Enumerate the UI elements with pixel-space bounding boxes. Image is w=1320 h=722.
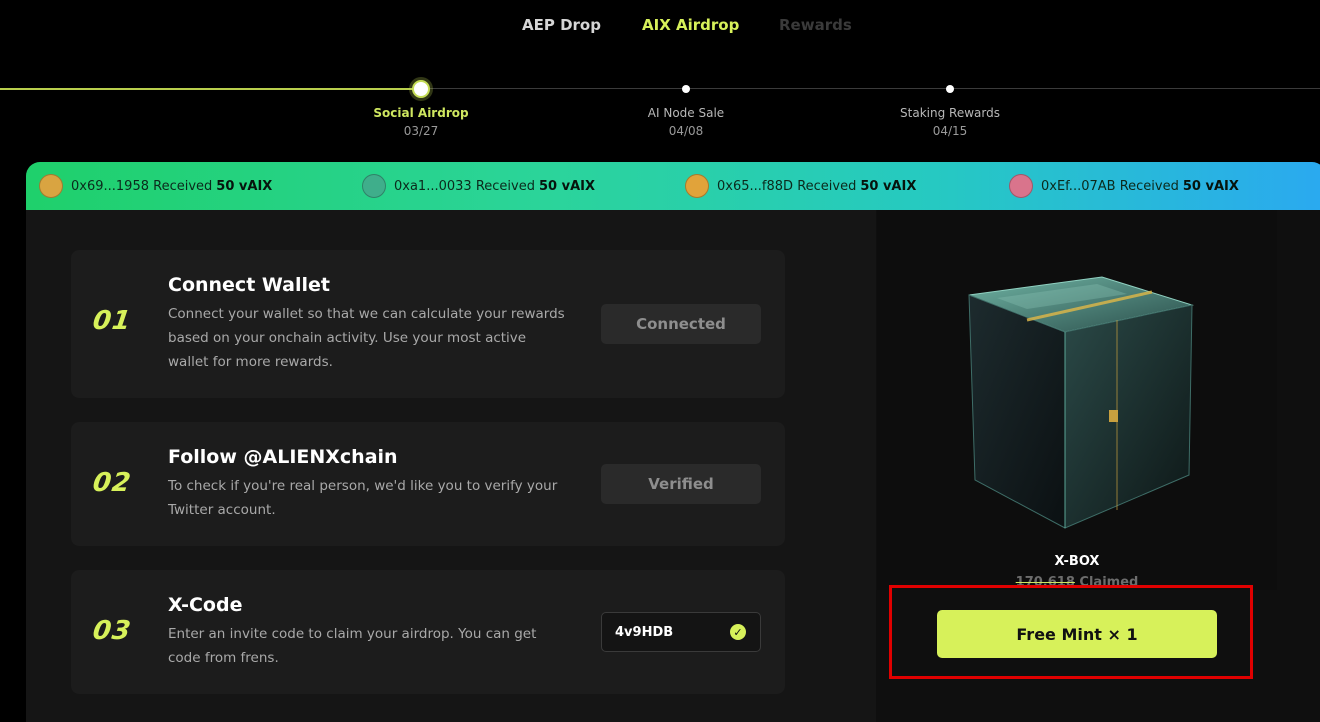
ticker-address: 0xa1...0033: [394, 178, 472, 194]
timeline-step-name: Staking Rewards: [900, 106, 1000, 120]
ticker-amount: 50 vAIX: [216, 178, 273, 194]
avatar: [685, 174, 709, 198]
claims-ticker: 0x69...1958 Received 50 vAIX 0xa1...0033 …: [26, 162, 1320, 210]
check-icon: ✓: [730, 624, 746, 640]
timeline-dot: [682, 85, 690, 93]
ticker-item: 0xEf...07AB Received 50 vAIX: [1009, 162, 1239, 210]
timeline-step-date: 04/08: [668, 124, 704, 138]
task-title: X-Code: [168, 594, 243, 616]
task-x-code: 03 X-Code Enter an invite code to claim …: [71, 570, 785, 694]
xbox-panel: [877, 210, 1277, 590]
ticker-item: 0x65...f88D Received 50 vAIX: [685, 162, 916, 210]
ticker-amount: 50 vAIX: [1182, 178, 1239, 194]
task-description: To check if you're real person, we'd lik…: [168, 478, 558, 518]
invite-code-value: 4v9HDB: [615, 624, 674, 640]
task-connect-wallet: 01 Connect Wallet Connect your wallet so…: [71, 250, 785, 398]
ticker-item: 0x69...1958 Received 50 vAIX: [39, 162, 272, 210]
task-number: 02: [90, 468, 134, 498]
ticker-amount: 50 vAIX: [538, 178, 595, 194]
ticker-text: Received: [153, 178, 213, 194]
timeline-step-social-airdrop[interactable]: Social Airdrop 03/27: [341, 104, 501, 140]
xbox-title: X-BOX: [1054, 554, 1100, 569]
ticker-address: 0xEf...07AB: [1041, 178, 1116, 194]
ticker-item: 0xa1...0033 Received 50 vAIX: [362, 162, 595, 210]
top-tabs: AEP Drop AIX Airdrop Rewards: [0, 14, 1320, 38]
connected-button[interactable]: Connected: [601, 304, 761, 344]
task-description: Connect your wallet so that we can calcu…: [168, 306, 565, 370]
task-title: Connect Wallet: [168, 274, 330, 296]
ticker-amount: 50 vAIX: [860, 178, 917, 194]
timeline-step-date: 03/27: [403, 124, 439, 138]
tab-rewards[interactable]: Rewards: [779, 14, 852, 36]
timeline-dot-active: [412, 80, 430, 98]
timeline-dot: [946, 85, 954, 93]
tab-aix-airdrop[interactable]: AIX Airdrop: [642, 14, 739, 36]
ticker-text: Received: [1119, 178, 1179, 194]
task-title: Follow @ALIENXchain: [168, 446, 398, 468]
xbox-image: [968, 276, 1194, 529]
ticker-address: 0x65...f88D: [717, 178, 794, 194]
ticker-address: 0x69...1958: [71, 178, 149, 194]
timeline-step-date: 04/15: [932, 124, 968, 138]
tab-aep-drop[interactable]: AEP Drop: [522, 14, 601, 36]
task-description: Enter an invite code to claim your airdr…: [168, 626, 537, 666]
ticker-text: Received: [797, 178, 857, 194]
timeline-line: [421, 88, 1320, 89]
avatar: [362, 174, 386, 198]
avatar: [1009, 174, 1033, 198]
invite-code-field[interactable]: 4v9HDB ✓: [601, 612, 761, 652]
timeline-progress-line: [0, 88, 421, 90]
avatar: [39, 174, 63, 198]
task-number: 01: [90, 306, 134, 336]
highlight-box: [889, 585, 1253, 679]
timeline-step-name: AI Node Sale: [647, 106, 725, 120]
task-follow-twitter: 02 Follow @ALIENXchain To check if you'r…: [71, 422, 785, 546]
timeline-step-name: Social Airdrop: [373, 106, 469, 120]
task-number: 03: [90, 616, 134, 646]
ticker-text: Received: [475, 178, 535, 194]
timeline-step-ai-node-sale[interactable]: AI Node Sale 04/08: [606, 104, 766, 140]
timeline-step-staking-rewards[interactable]: Staking Rewards 04/15: [870, 104, 1030, 140]
verified-button[interactable]: Verified: [601, 464, 761, 504]
